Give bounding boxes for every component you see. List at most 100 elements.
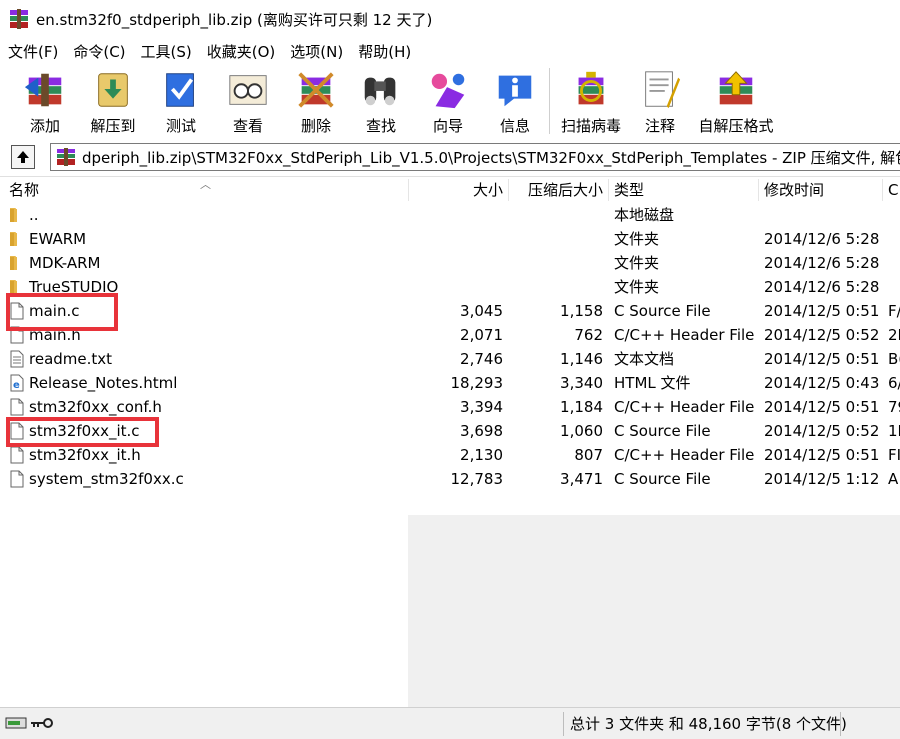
file-name: MDK-ARM bbox=[29, 254, 101, 272]
file-type: 文件夹 bbox=[614, 254, 660, 272]
file-row[interactable]: EWARM 文件夹 2014/12/6 5:28 bbox=[0, 227, 900, 251]
menu-item-2[interactable]: 工具(S) bbox=[133, 41, 199, 62]
column-size[interactable]: 大小 bbox=[473, 177, 503, 203]
file-row[interactable]: main.c 3,045 1,158 C Source File 2014/12/5 0… bbox=[0, 299, 900, 323]
file-row[interactable]: main.h 2,071 762 C/C++ Header File 2014/12/5… bbox=[0, 323, 900, 347]
folder-icon bbox=[10, 208, 17, 222]
file-type: C Source File bbox=[614, 470, 711, 488]
file-size: 3,394 bbox=[460, 398, 503, 416]
toolbar-button-extract-to[interactable]: 解压到 bbox=[84, 64, 142, 136]
up-folder-button[interactable] bbox=[11, 145, 35, 169]
comment-icon bbox=[645, 71, 681, 109]
delete-icon bbox=[298, 72, 334, 108]
toolbar-button-comment[interactable]: 注释 bbox=[638, 64, 682, 136]
archive-path-text: dperiph_lib.zip\STM32F0xx_StdPeriph_Lib_… bbox=[82, 148, 900, 167]
column-divider[interactable] bbox=[882, 179, 883, 201]
toolbar-label: 测试 bbox=[165, 117, 196, 135]
file-modified: 2014/12/6 5:28 bbox=[764, 278, 880, 296]
sfx-icon bbox=[719, 71, 753, 105]
wizard-icon bbox=[431, 73, 465, 109]
sort-ascending-icon: ︿ bbox=[200, 178, 211, 191]
menu-item-1[interactable]: 命令(C) bbox=[65, 41, 132, 62]
toolbar-button-sfx[interactable]: 自解压格式 bbox=[698, 64, 774, 136]
file-row[interactable]: stm32f0xx_conf.h 3,394 1,184 C/C++ Header F… bbox=[0, 395, 900, 419]
key-icon bbox=[31, 718, 53, 728]
toolbar-label: 扫描病毒 bbox=[560, 117, 621, 135]
file-modified: 2014/12/5 1:12 bbox=[764, 470, 880, 488]
highlight-box-main-c bbox=[6, 293, 118, 331]
file-type: C/C++ Header File bbox=[614, 326, 755, 344]
file-row[interactable]: .. 本地磁盘 bbox=[0, 203, 900, 227]
toolbar-button-wizard[interactable]: 向导 bbox=[421, 64, 475, 136]
winrar-icon bbox=[10, 9, 28, 29]
file-size: 3,045 bbox=[460, 302, 503, 320]
file-modified: 2014/12/6 5:28 bbox=[764, 230, 880, 248]
file-packed-size: 762 bbox=[574, 326, 603, 344]
file-row[interactable]: system_stm32f0xx.c 12,783 3,471 C Source Fi… bbox=[0, 467, 900, 491]
toolbar-button-add[interactable]: 添加 bbox=[13, 64, 77, 136]
file-crc: 79 bbox=[888, 398, 900, 416]
toolbar-button-virus-scan[interactable]: 扫描病毒 bbox=[560, 64, 622, 136]
column-divider[interactable] bbox=[608, 179, 609, 201]
menu-item-4[interactable]: 选项(N) bbox=[282, 41, 350, 62]
file-list: 名称 ︿ 大小 压缩后大小 类型 修改时间 C .. 本地磁盘 EWARM 文件夹 20… bbox=[0, 176, 900, 707]
file-row[interactable]: MDK-ARM 文件夹 2014/12/6 5:28 bbox=[0, 251, 900, 275]
up-arrow-icon bbox=[17, 151, 29, 163]
file-type: 文件夹 bbox=[614, 230, 660, 248]
file-type: 文本文档 bbox=[614, 350, 675, 368]
file-packed-size: 1,060 bbox=[560, 422, 603, 440]
column-divider[interactable] bbox=[758, 179, 759, 201]
toolbar-label: 自解压格式 bbox=[698, 117, 774, 135]
file-packed-size: 807 bbox=[574, 446, 603, 464]
file-crc: B( bbox=[888, 350, 900, 368]
info-icon bbox=[498, 75, 532, 107]
column-modified[interactable]: 修改时间 bbox=[764, 177, 824, 203]
file-row[interactable]: TrueSTUDIO 文件夹 2014/12/6 5:28 bbox=[0, 275, 900, 299]
column-crc[interactable]: C bbox=[888, 177, 898, 203]
toolbar-button-info[interactable]: 信息 bbox=[490, 64, 540, 136]
virus-scan-icon bbox=[578, 71, 604, 105]
column-packed-size[interactable]: 压缩后大小 bbox=[528, 177, 603, 203]
file-modified: 2014/12/5 0:52 bbox=[764, 326, 880, 344]
file-packed-size: 1,184 bbox=[560, 398, 603, 416]
add-icon bbox=[24, 73, 62, 107]
menu-item-3[interactable]: 收藏夹(O) bbox=[199, 41, 283, 62]
toolbar: 添加 解压到 测试 查看 删除 查找 向导 信息 扫描病毒 注释 自解压格式 bbox=[0, 64, 900, 140]
file-type: HTML 文件 bbox=[614, 374, 691, 392]
status-icons bbox=[5, 716, 54, 730]
file-modified: 2014/12/5 0:51 bbox=[764, 398, 880, 416]
file-name: system_stm32f0xx.c bbox=[29, 470, 184, 488]
column-name[interactable]: 名称 bbox=[9, 177, 39, 203]
window-title: en.stm32f0_stdperiph_lib.zip (离购买许可只剩 12… bbox=[36, 10, 433, 29]
file-name: EWARM bbox=[29, 230, 87, 248]
column-header: 名称 ︿ 大小 压缩后大小 类型 修改时间 C bbox=[0, 177, 900, 203]
column-divider[interactable] bbox=[408, 179, 409, 201]
file-crc: F/ bbox=[888, 302, 900, 320]
toolbar-label: 查看 bbox=[232, 117, 263, 135]
toolbar-button-delete[interactable]: 删除 bbox=[289, 64, 343, 136]
toolbar-button-view[interactable]: 查看 bbox=[221, 64, 275, 136]
path-field[interactable]: dperiph_lib.zip\STM32F0xx_StdPeriph_Lib_… bbox=[50, 143, 900, 171]
toolbar-button-test[interactable]: 测试 bbox=[153, 64, 209, 136]
toolbar-label: 向导 bbox=[432, 117, 463, 135]
file-size: 2,130 bbox=[460, 446, 503, 464]
menu-item-5[interactable]: 帮助(H) bbox=[350, 41, 418, 62]
file-crc: FI bbox=[888, 446, 900, 464]
html-file-icon: e bbox=[10, 374, 24, 392]
file-packed-size: 1,146 bbox=[560, 350, 603, 368]
column-type[interactable]: 类型 bbox=[614, 177, 644, 203]
file-type: 文件夹 bbox=[614, 278, 660, 296]
column-divider[interactable] bbox=[508, 179, 509, 201]
menu-item-0[interactable]: 文件(F) bbox=[0, 41, 65, 62]
find-icon bbox=[364, 77, 396, 106]
folder-icon bbox=[10, 256, 17, 270]
toolbar-label: 注释 bbox=[644, 117, 675, 135]
file-type: C Source File bbox=[614, 302, 711, 320]
file-row[interactable]: readme.txt 2,746 1,146 文本文档 2014/12/5 0:51 B( bbox=[0, 347, 900, 371]
address-bar: dperiph_lib.zip\STM32F0xx_StdPeriph_Lib_… bbox=[0, 140, 900, 174]
file-size: 3,698 bbox=[460, 422, 503, 440]
file-crc: 2I bbox=[888, 326, 900, 344]
file-row[interactable]: e Release_Notes.html 18,293 3,340 HTML 文件 201… bbox=[0, 371, 900, 395]
title-bar: en.stm32f0_stdperiph_lib.zip (离购买许可只剩 12… bbox=[0, 0, 900, 38]
toolbar-button-find[interactable]: 查找 bbox=[355, 64, 407, 136]
